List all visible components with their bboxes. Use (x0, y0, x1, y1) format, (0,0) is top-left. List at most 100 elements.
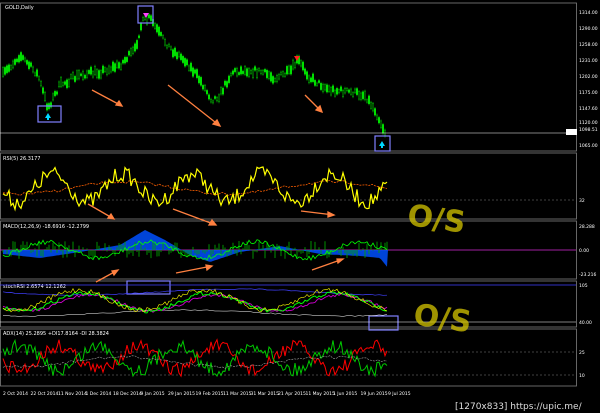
candle (60, 77, 63, 87)
date-tick-label: 9 Jan 2015 (141, 391, 165, 397)
candle (326, 84, 329, 93)
date-tick-label: 19 Jun 2015 (361, 391, 388, 397)
price-candles (2, 13, 387, 138)
rsi-title: RSI(5) 26.3177 (3, 156, 40, 162)
candle (97, 70, 100, 79)
date-tick-label: 22 Oct 2014 (31, 391, 59, 397)
candle (13, 59, 16, 65)
price-tick-label: 1120.00 (579, 120, 598, 126)
candle (284, 73, 287, 77)
candle (330, 87, 333, 96)
candle (318, 80, 321, 83)
date-tick-label: 11 Mar 2015 (223, 391, 252, 397)
candle (7, 64, 10, 72)
candle (308, 75, 311, 83)
date-tick-label: 1 Jun 2015 (333, 391, 357, 397)
date-tick-label: 11 May 2015 (306, 391, 335, 397)
candle (382, 124, 385, 134)
candle (131, 46, 134, 54)
macd-tick-label: 0.00 (579, 248, 589, 254)
arrowhead-icon (114, 99, 124, 107)
arrowhead-icon (106, 212, 116, 220)
price-tick-label: 1202.00 (579, 74, 598, 80)
candle (336, 88, 339, 95)
candle (235, 68, 238, 77)
candle (213, 96, 216, 99)
price-axis: 1314.00 1290.00 1258.00 1231.00 1202.00 1175.… (579, 10, 598, 379)
candle (245, 68, 248, 77)
candle (199, 77, 202, 86)
candle (380, 120, 383, 128)
candle (306, 71, 309, 80)
candle (203, 85, 206, 91)
candle (193, 69, 196, 74)
candle (22, 55, 25, 60)
date-tick-label: 29 Jan 2015 (168, 391, 195, 397)
candle (137, 35, 140, 39)
rsi-panel-frame (0, 152, 577, 220)
rsi-line (2, 166, 388, 212)
candle (9, 65, 12, 70)
date-tick-label: 19 Feb 2015 (196, 391, 224, 397)
trend-arrow (167, 84, 221, 127)
candle (171, 49, 174, 58)
candle (211, 100, 214, 104)
candle (332, 85, 335, 93)
candle (62, 82, 65, 86)
price-tick-label: 1098.51 (579, 127, 598, 133)
candle (40, 81, 43, 87)
candle (89, 66, 92, 75)
current-price-tag (566, 129, 577, 135)
candle (294, 62, 297, 69)
candle (358, 91, 361, 100)
trading-chart[interactable]: GOLD,Daily RSI(5) 26.3177 MACD(12,26,9) … (0, 0, 600, 413)
macd-fill (3, 230, 388, 267)
price-tick-label: 1314.00 (579, 10, 598, 16)
candle (344, 87, 347, 94)
candle (5, 65, 8, 74)
candle (36, 69, 39, 77)
candle (356, 88, 359, 95)
candle (175, 52, 178, 60)
candle (314, 80, 317, 86)
candle (2, 67, 5, 77)
candle (233, 68, 236, 73)
candle (292, 59, 295, 70)
candle (304, 68, 307, 75)
candle (93, 65, 96, 75)
date-tick-label: 18 Dec 2014 (113, 391, 142, 397)
candle (217, 94, 220, 102)
candle (239, 66, 242, 75)
candle (123, 56, 126, 64)
watermark: [1270x833] https://upic.me/ (455, 402, 583, 412)
candle (56, 91, 59, 95)
candle (191, 67, 194, 77)
candle (376, 114, 379, 120)
date-tick-label: 21 Apr 2015 (278, 391, 306, 397)
candle (109, 66, 112, 73)
candle (276, 75, 279, 83)
candle (181, 56, 184, 63)
candle (302, 61, 305, 71)
candle (362, 91, 365, 100)
candle (324, 84, 327, 91)
up-arrow-stem (381, 145, 383, 148)
candle (44, 92, 47, 101)
box-stoch-low (368, 315, 399, 331)
candle (11, 60, 14, 69)
candle (348, 89, 351, 93)
candle (205, 90, 208, 95)
candle (3, 67, 6, 75)
date-tick-label: 31 Mar 2015 (251, 391, 280, 397)
adx-title: ADX(14) 25.2895 +DI17.8164 -DI 28.3824 (3, 331, 109, 337)
candle (338, 89, 341, 94)
candle (101, 65, 104, 74)
macd-tick-label: 28.288 (579, 224, 595, 230)
candle (141, 17, 144, 21)
date-tick-label: 11 Nov 2014 (58, 391, 87, 397)
candle (155, 24, 158, 33)
candle (117, 62, 120, 69)
adx-panel-frame (0, 328, 577, 387)
arrowhead-icon (111, 269, 120, 277)
candle (270, 72, 273, 82)
